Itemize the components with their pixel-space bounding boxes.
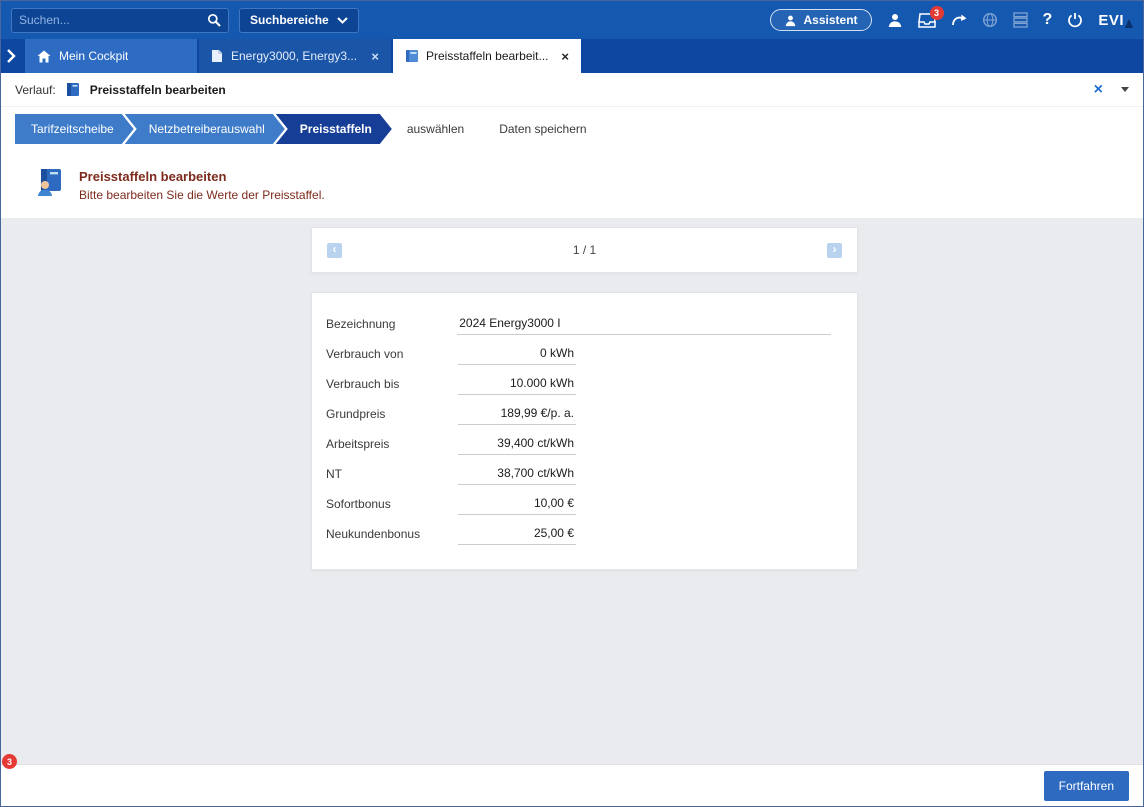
search-box[interactable] (11, 8, 229, 33)
pagination-card: ‹ 1 / 1 › (311, 227, 858, 273)
home-icon (37, 50, 51, 63)
chevron-down-icon (337, 17, 348, 24)
page-indicator: 1 / 1 (342, 243, 827, 257)
field-label: Neukundenbonus (326, 527, 458, 541)
step-label: auswählen (407, 122, 464, 136)
globe-icon[interactable] (982, 12, 998, 28)
evi-logo: EVI (1098, 12, 1133, 29)
form-row-grundpreis: Grundpreis (326, 399, 831, 429)
evi-logo-flame-icon (1125, 19, 1133, 28)
power-icon[interactable] (1067, 12, 1083, 28)
neukundenbonus-input[interactable] (458, 524, 576, 545)
server-list-icon[interactable] (1013, 12, 1028, 28)
form-row-sofortbonus: Sofortbonus (326, 489, 831, 519)
content-area: ‹ 1 / 1 › Bezeichnung Verbrauch von Verb… (1, 218, 1143, 771)
step-tarifzeitscheibe[interactable]: Tarifzeitscheibe (15, 114, 134, 144)
previous-page-button[interactable]: ‹ (327, 243, 342, 258)
tab-bar: Mein Cockpit Energy3000, Energy3... × Pr… (1, 39, 1143, 73)
tab-mein-cockpit[interactable]: Mein Cockpit (25, 39, 197, 73)
search-scope-dropdown[interactable]: Suchbereiche (239, 8, 359, 33)
nt-input[interactable] (458, 464, 576, 485)
field-label: Sofortbonus (326, 497, 458, 511)
search-icon[interactable] (207, 13, 221, 27)
history-current-item[interactable]: Preisstaffeln bearbeiten (90, 83, 226, 97)
form-row-bezeichnung: Bezeichnung (326, 309, 831, 339)
redo-icon[interactable] (951, 13, 967, 28)
form-row-verbrauch-bis: Verbrauch bis (326, 369, 831, 399)
next-page-button[interactable]: › (827, 243, 842, 258)
form-row-neukundenbonus: Neukundenbonus (326, 519, 831, 549)
tab-close-icon[interactable]: × (561, 50, 569, 63)
grundpreis-input[interactable] (458, 404, 576, 425)
price-tier-form: Bezeichnung Verbrauch von Verbrauch bis … (311, 292, 858, 570)
field-label: Verbrauch von (326, 347, 458, 361)
bezeichnung-input[interactable] (457, 314, 831, 335)
arbeitspreis-input[interactable] (458, 434, 576, 455)
history-label: Verlauf: (15, 83, 56, 97)
inbox-icon[interactable]: 3 (918, 13, 936, 28)
search-input[interactable] (19, 13, 207, 27)
continue-button[interactable]: Fortfahren (1044, 771, 1129, 801)
assistant-icon (784, 14, 797, 27)
verbrauch-bis-input[interactable] (458, 374, 576, 395)
step-auswaehlen[interactable]: auswählen (383, 114, 484, 144)
expand-sidebar-icon[interactable] (5, 48, 17, 64)
close-workflow-icon[interactable]: × (1094, 82, 1103, 98)
step-daten-speichern[interactable]: Daten speichern (475, 114, 606, 144)
step-preisstaffeln[interactable]: Preisstaffeln (276, 114, 392, 144)
tab-preisstaffeln-bearbeiten[interactable]: Preisstaffeln bearbeit... × (393, 39, 581, 73)
inbox-badge: 3 (930, 6, 944, 20)
field-label: Verbrauch bis (326, 377, 458, 391)
search-scope-label: Suchbereiche (250, 13, 329, 27)
page-header-text: Preisstaffeln bearbeiten Bitte bearbeite… (79, 167, 325, 202)
top-bar-actions: Assistent 3 ? EVI (770, 9, 1134, 31)
form-row-nt: NT (326, 459, 831, 489)
field-label: Grundpreis (326, 407, 458, 421)
field-label: Bezeichnung (326, 317, 457, 331)
step-label: Netzbetreiberauswahl (149, 122, 265, 136)
tab-energy3000[interactable]: Energy3000, Energy3... × (199, 39, 391, 73)
wizard-steps: Tarifzeitscheibe Netzbetreiberauswahl Pr… (1, 107, 1143, 155)
verbrauch-von-input[interactable] (458, 344, 576, 365)
bottom-bar: Fortfahren (1, 764, 1143, 806)
tab-label: Energy3000, Energy3... (231, 49, 357, 63)
field-label: NT (326, 467, 458, 481)
history-bar: Verlauf: Preisstaffeln bearbeiten × (1, 73, 1143, 107)
notification-corner-badge[interactable]: 3 (2, 754, 17, 769)
form-row-arbeitspreis: Arbeitspreis (326, 429, 831, 459)
page-title: Preisstaffeln bearbeiten (79, 169, 325, 184)
assistant-button[interactable]: Assistent (770, 9, 872, 31)
evi-logo-text: EVI (1098, 12, 1124, 29)
sofortbonus-input[interactable] (458, 494, 576, 515)
tab-label: Mein Cockpit (59, 49, 128, 63)
help-icon[interactable]: ? (1043, 11, 1053, 29)
step-label: Daten speichern (499, 122, 586, 136)
page-icon (35, 167, 65, 197)
step-label: Tarifzeitscheibe (31, 122, 114, 136)
page-subtitle: Bitte bearbeiten Sie die Werte der Preis… (79, 188, 325, 202)
step-netzbetreiberauswahl[interactable]: Netzbetreiberauswahl (125, 114, 285, 144)
user-icon[interactable] (887, 12, 903, 28)
tab-close-icon[interactable]: × (371, 50, 379, 63)
step-label: Preisstaffeln (300, 122, 372, 136)
assistant-label: Assistent (804, 13, 858, 27)
document-icon (211, 49, 223, 63)
document-icon (405, 49, 418, 63)
top-bar: Suchbereiche Assistent 3 (1, 1, 1143, 39)
application-window: Suchbereiche Assistent 3 (0, 0, 1144, 807)
history-bar-actions: × (1094, 82, 1129, 98)
form-row-verbrauch-von: Verbrauch von (326, 339, 831, 369)
tab-label: Preisstaffeln bearbeit... (426, 49, 549, 63)
book-icon (65, 82, 81, 97)
history-dropdown-icon[interactable] (1121, 87, 1129, 92)
page-header: Preisstaffeln bearbeiten Bitte bearbeite… (1, 155, 1143, 218)
field-label: Arbeitspreis (326, 437, 458, 451)
